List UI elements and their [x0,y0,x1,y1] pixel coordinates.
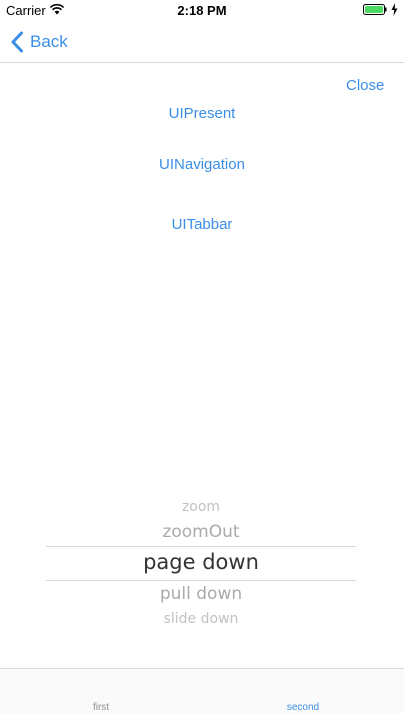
picker-option[interactable]: zoomOut [46,522,356,542]
picker-option[interactable]: pull down [46,584,356,604]
chevron-left-icon [11,31,23,53]
clock-time: 2:18 PM [177,3,227,18]
tab-second[interactable]: second [202,669,404,713]
tab-first[interactable]: first [0,669,202,713]
tab-first-label: first [92,702,110,713]
picker-selected-option[interactable]: page down [46,550,356,574]
status-bar: Carrier 2:18 PM [0,0,404,22]
back-button[interactable]: Back [10,30,68,54]
battery-icon [363,4,387,15]
transition-picker[interactable]: zoom zoomOut page down pull down slide d… [46,492,356,636]
tab-bar: first second [0,668,404,713]
charging-bolt-icon [391,3,398,16]
link-uinavigation[interactable]: UINavigation [0,156,404,173]
picker-selection-line [46,546,356,547]
link-uitabbar[interactable]: UITabbar [0,216,404,233]
picker-option[interactable]: zoom [46,499,356,515]
navigation-bar: Back [0,22,404,63]
link-uipresent[interactable]: UIPresent [0,105,404,122]
tab-second-label: second [286,702,320,713]
back-label: Back [30,32,68,51]
picker-option[interactable]: slide down [46,611,356,627]
picker-selection-line [46,580,356,581]
close-button[interactable]: Close [346,77,384,94]
